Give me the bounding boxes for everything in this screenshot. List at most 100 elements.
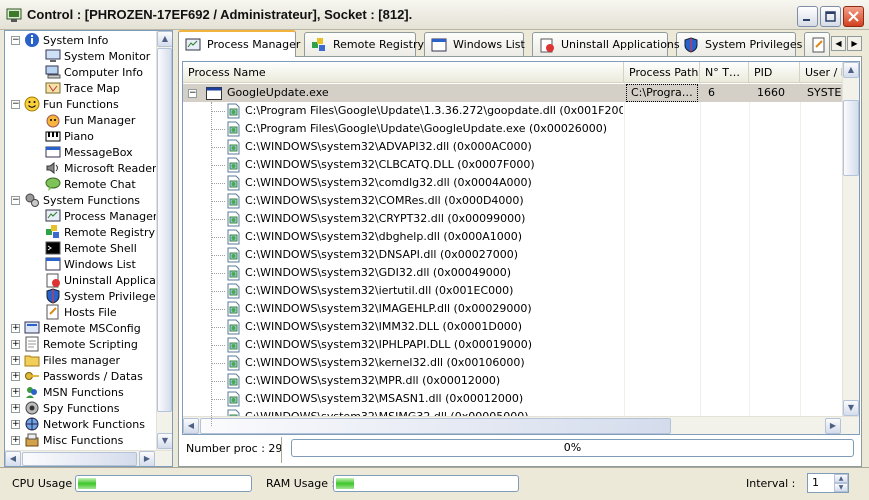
- module-row[interactable]: C:\WINDOWS\system32\CLBCATQ.DLL (0x0007F…: [183, 156, 843, 174]
- sidebar-item[interactable]: Trace Map: [45, 80, 120, 96]
- collapse-icon[interactable]: −: [188, 89, 197, 98]
- module-row[interactable]: C:\WINDOWS\system32\GDI32.dll (0x0004900…: [183, 264, 843, 282]
- sidebar-item[interactable]: − System Info: [11, 32, 108, 48]
- module-row[interactable]: C:\Program Files\Google\Update\GoogleUpd…: [183, 120, 843, 138]
- tree-connector: [211, 309, 225, 310]
- module-row[interactable]: C:\Program Files\Google\Update\1.3.36.27…: [183, 102, 843, 120]
- scroll-left-icon[interactable]: ◀: [183, 418, 199, 434]
- module-row[interactable]: C:\WINDOWS\system32\IMM32.DLL (0x0001D00…: [183, 318, 843, 336]
- process-row[interactable]: − GoogleUpdate.exe C:\Progra… 6 1660 SYS…: [183, 84, 847, 102]
- module-path: C:\WINDOWS\system32\ADVAPI32.dll (0x000A…: [245, 140, 532, 153]
- process-tree-list[interactable]: Process Name Process Path N° T… PID User…: [182, 61, 860, 435]
- maximize-button[interactable]: [820, 6, 841, 27]
- module-row[interactable]: C:\WINDOWS\system32\MSASN1.dll (0x000120…: [183, 390, 843, 408]
- scroll-down-icon[interactable]: ▼: [157, 433, 172, 449]
- scroll-thumb[interactable]: [157, 48, 172, 412]
- tab[interactable]: [804, 32, 830, 56]
- close-button[interactable]: [843, 6, 864, 27]
- tab-scroll-right-icon[interactable]: ▶: [847, 36, 862, 51]
- collapse-icon[interactable]: −: [11, 195, 20, 205]
- tab[interactable]: Process Manager: [178, 30, 300, 57]
- expand-icon[interactable]: +: [11, 403, 20, 413]
- module-row[interactable]: C:\WINDOWS\system32\DNSAPI.dll (0x000270…: [183, 246, 843, 264]
- sidebar-item[interactable]: System Privileges: [45, 288, 161, 304]
- module-row[interactable]: C:\WINDOWS\system32\IPHLPAPI.DLL (0x0001…: [183, 336, 843, 354]
- sidebar-item[interactable]: − System Functions: [11, 192, 140, 208]
- scroll-right-icon[interactable]: ▶: [825, 418, 841, 434]
- module-row[interactable]: C:\WINDOWS\system32\COMRes.dll (0x000D40…: [183, 192, 843, 210]
- sidebar-item[interactable]: + Misc Functions: [11, 432, 123, 448]
- scroll-up-icon[interactable]: ▲: [843, 62, 859, 78]
- sidebar-item[interactable]: + Passwords / Datas: [11, 368, 143, 384]
- sidebar-item[interactable]: − Fun Functions: [11, 96, 119, 112]
- tab-scroll-left-icon[interactable]: ◀: [831, 36, 846, 51]
- tree-connector: [211, 165, 225, 166]
- scroll-thumb[interactable]: [200, 418, 671, 434]
- column-pid[interactable]: PID: [749, 62, 800, 83]
- expand-icon[interactable]: +: [11, 371, 20, 381]
- module-row[interactable]: C:\WINDOWS\system32\ADVAPI32.dll (0x000A…: [183, 138, 843, 156]
- sidebar-item[interactable]: Piano: [45, 128, 94, 144]
- module-row[interactable]: C:\WINDOWS\system32\dbghelp.dll (0x000A1…: [183, 228, 843, 246]
- module-row[interactable]: C:\WINDOWS\system32\MPR.dll (0x00012000): [183, 372, 843, 390]
- sidebar-item[interactable]: Uninstall Applications: [45, 272, 172, 288]
- column-process-path[interactable]: Process Path: [624, 62, 700, 83]
- sidebar-item[interactable]: + Network Functions: [11, 416, 145, 432]
- sidebar-item[interactable]: + Spy Functions: [11, 400, 120, 416]
- tab[interactable]: Uninstall Applications: [532, 32, 680, 56]
- module-row[interactable]: C:\WINDOWS\system32\kernel32.dll (0x0010…: [183, 354, 843, 372]
- sidebar-item[interactable]: Fun Manager: [45, 112, 135, 128]
- sidebar-item[interactable]: + Remote MSConfig: [11, 320, 141, 336]
- scroll-up-icon[interactable]: ▲: [157, 31, 172, 47]
- sidebar-item[interactable]: Remote Registry: [45, 224, 155, 240]
- sidebar-item[interactable]: Remote Shell: [45, 240, 137, 256]
- sidebar-item[interactable]: + Remote Scripting: [11, 336, 138, 352]
- scroll-thumb[interactable]: [843, 100, 859, 176]
- shield-icon: [683, 36, 699, 53]
- tab[interactable]: Remote Registry: [304, 32, 424, 56]
- sidebar-item[interactable]: Hosts File: [45, 304, 117, 320]
- process-pid: 1660: [757, 86, 785, 99]
- expand-icon[interactable]: +: [11, 435, 20, 445]
- scroll-right-icon[interactable]: ▶: [139, 451, 155, 466]
- collapse-icon[interactable]: −: [11, 35, 20, 45]
- list-vertical-scrollbar[interactable]: ▲ ▼: [842, 62, 859, 416]
- sidebar-vertical-scrollbar[interactable]: ▲ ▼: [156, 31, 172, 450]
- tab[interactable]: Windows List: [424, 32, 525, 56]
- sidebar-item-label: Misc Functions: [43, 433, 124, 447]
- module-row[interactable]: C:\WINDOWS\system32\IMAGEHLP.dll (0x0002…: [183, 300, 843, 318]
- expand-icon[interactable]: +: [11, 339, 20, 349]
- sidebar-item[interactable]: System Monitor: [45, 48, 150, 64]
- list-horizontal-scrollbar[interactable]: ◀ ▶: [183, 416, 859, 434]
- expand-icon[interactable]: +: [11, 387, 20, 397]
- column-thread-count[interactable]: N° T…: [700, 62, 749, 83]
- module-row[interactable]: C:\WINDOWS\system32\iertutil.dll (0x001E…: [183, 282, 843, 300]
- sidebar-item[interactable]: Computer Info: [45, 64, 143, 80]
- tab[interactable]: System Privileges: [676, 32, 802, 56]
- sidebar-item[interactable]: Remote Chat: [45, 176, 136, 192]
- sidebar-horizontal-scrollbar[interactable]: ◀ ▶: [5, 450, 172, 466]
- sidebar-item[interactable]: Microsoft Reader: [45, 160, 157, 176]
- sidebar-item[interactable]: MessageBox: [45, 144, 133, 160]
- sidebar-tree[interactable]: + Misc Functions + Network Functions + Spy Fu…: [4, 30, 173, 467]
- expand-icon[interactable]: +: [11, 419, 20, 429]
- expand-icon[interactable]: +: [11, 355, 20, 365]
- scroll-down-icon[interactable]: ▼: [843, 400, 859, 416]
- sidebar-item[interactable]: + Files manager: [11, 352, 120, 368]
- sidebar-item[interactable]: Process Manager: [45, 208, 157, 224]
- msconfig-icon: [24, 320, 40, 336]
- scroll-thumb[interactable]: [22, 452, 137, 466]
- column-process-name[interactable]: Process Name: [183, 62, 624, 83]
- sidebar-item[interactable]: + MSN Functions: [11, 384, 124, 400]
- expand-icon[interactable]: +: [11, 323, 20, 333]
- spin-down-icon[interactable]: ▼: [834, 483, 848, 492]
- spin-up-icon[interactable]: ▲: [834, 474, 848, 483]
- sidebar-item[interactable]: Windows List: [45, 256, 136, 272]
- scroll-left-icon[interactable]: ◀: [5, 451, 21, 466]
- module-row[interactable]: C:\WINDOWS\system32\CRYPT32.dll (0x00099…: [183, 210, 843, 228]
- module-row[interactable]: C:\WINDOWS\system32\comdlg32.dll (0x0004…: [183, 174, 843, 192]
- interval-spinner[interactable]: ▲ ▼: [834, 474, 848, 492]
- minimize-button[interactable]: [797, 6, 818, 27]
- collapse-icon[interactable]: −: [11, 99, 20, 109]
- tab-label: Uninstall Applications: [561, 38, 680, 51]
